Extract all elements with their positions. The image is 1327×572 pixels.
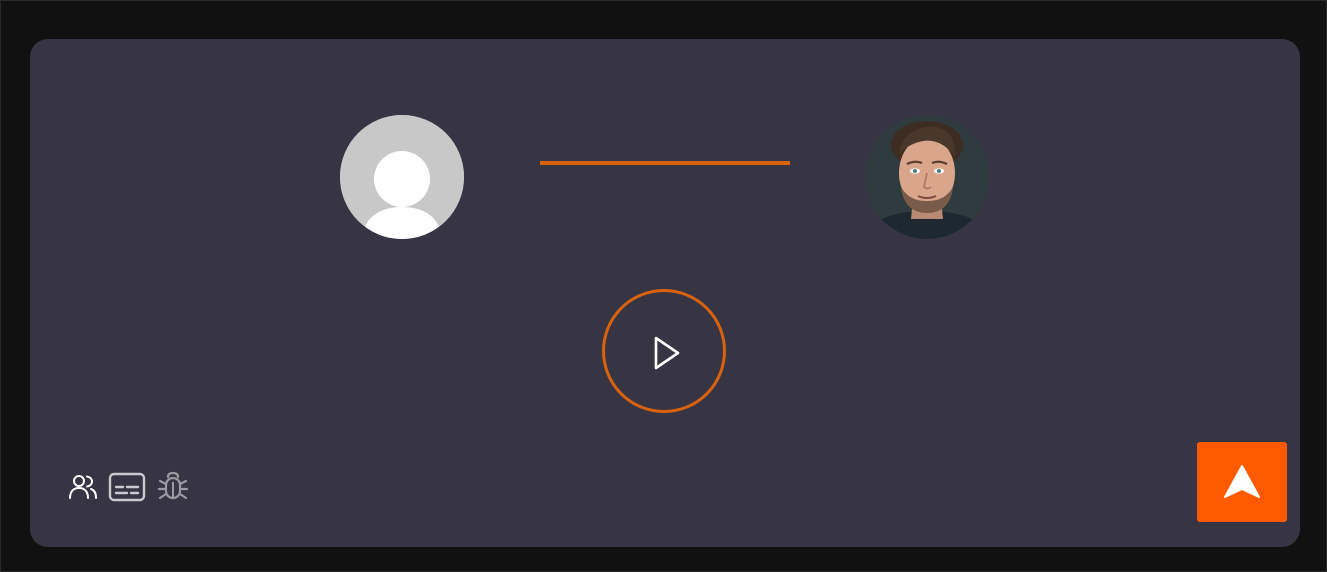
call-panel — [30, 39, 1300, 547]
users-icon — [69, 475, 97, 499]
debug-button[interactable] — [154, 469, 192, 505]
callee-photo — [865, 115, 989, 239]
call-toolbar — [66, 469, 192, 505]
navigation-arrow-icon — [1224, 465, 1260, 498]
default-user-icon — [340, 115, 464, 239]
bug-icon — [157, 471, 189, 500]
play-button[interactable] — [602, 289, 726, 413]
play-icon — [654, 336, 680, 370]
caller-avatar — [340, 115, 464, 239]
call-connection-line — [540, 161, 790, 165]
participants-button[interactable] — [66, 469, 100, 505]
navigation-button[interactable] — [1197, 442, 1287, 522]
callee-avatar — [865, 115, 989, 239]
captions-icon — [108, 472, 146, 502]
captions-button[interactable] — [108, 469, 146, 505]
